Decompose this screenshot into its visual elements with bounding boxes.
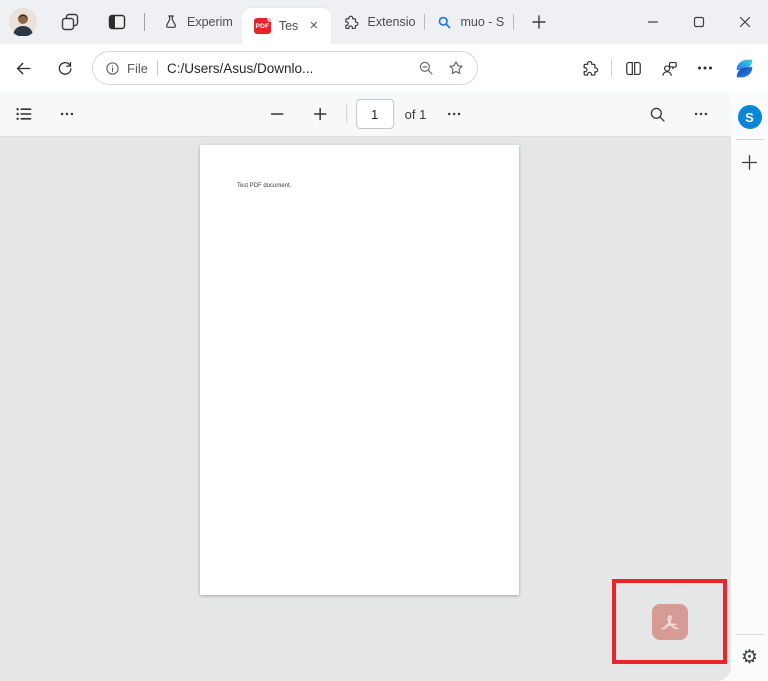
back-arrow-icon [16,62,31,74]
refresh-button[interactable] [46,49,84,87]
search-icon [650,107,665,122]
ellipsis-icon [60,112,74,116]
info-icon [106,61,119,75]
tab-test-pdf-active[interactable]: PDF Tes ✕ [241,8,331,44]
plus-icon [532,15,546,29]
zoom-out-page-button[interactable] [260,97,294,131]
close-window-button[interactable] [722,0,768,44]
edge-sidebar: S ⚙ [731,92,768,681]
protocol-label: File [127,60,148,76]
page-count-label: of 1 [404,106,427,122]
new-tab-button[interactable] [522,5,556,39]
vertical-tabs-button[interactable] [100,5,134,39]
maximize-icon [693,16,705,28]
vertical-tabs-icon [108,14,126,30]
address-bar-row: File C:/Users/Asus/Downlo... [0,44,768,92]
tab-divider [513,14,515,30]
plus-icon [313,107,326,121]
ellipsis-icon [698,66,712,70]
window-controls [630,0,768,44]
avatar-icon [9,8,37,36]
flask-icon [166,15,176,28]
ellipsis-icon [448,112,461,116]
profile-avatar[interactable] [6,5,40,39]
gear-icon: ⚙ [740,646,759,668]
zoom-out-icon [419,61,433,75]
url-text[interactable]: C:/Users/Asus/Downlo... [167,61,313,76]
tab-extensions[interactable]: Extensio [331,5,425,39]
copilot-button[interactable] [727,51,761,85]
back-button[interactable] [4,49,42,87]
site-info[interactable]: File [105,61,148,76]
star-icon [449,61,463,75]
zoom-out-button[interactable] [411,53,441,83]
main-area: 1 of 1 Test PDF document. S ⚙ [0,92,768,681]
favorites-star-button[interactable] [441,53,471,83]
tab-label: muo - S [460,15,505,29]
split-screen-icon [625,61,641,75]
toolbar-more-left-button[interactable] [50,97,84,131]
zoom-in-page-button[interactable] [303,97,337,131]
search-document-button[interactable] [640,97,674,131]
pdf-content-area: Test PDF document. [0,137,731,681]
toolbar-more-right-button[interactable] [684,97,718,131]
extensions-button[interactable] [572,51,608,85]
browser-essentials-button[interactable] [651,51,687,85]
pill-divider [156,60,158,76]
sidebar-divider [735,139,764,140]
sidebar-divider-bottom [735,634,764,635]
address-bar-actions [572,51,761,85]
workspaces-icon [61,13,79,31]
person-chat-icon [661,61,677,76]
minimize-icon [648,21,658,23]
skype-sidebar-button[interactable]: S [736,103,764,131]
tab-label: Experim [187,15,233,29]
pdf-page: Test PDF document. [200,145,519,595]
annotation-highlight-box [612,579,727,664]
page-options-button[interactable] [437,97,471,131]
copilot-icon [736,59,752,77]
ellipsis-icon [694,112,708,116]
plus-icon [741,154,758,170]
settings-more-button[interactable] [687,51,723,85]
pdf-toolbar: 1 of 1 [0,92,731,137]
pdf-viewer: 1 of 1 Test PDF document. [0,92,731,681]
minimize-button[interactable] [630,0,676,44]
toolbar-divider [345,105,347,123]
tab-strip-divider [144,13,145,31]
address-bar[interactable]: File C:/Users/Asus/Downlo... [92,51,478,85]
search-tab-icon [439,16,451,28]
browser-window: Experim PDF Tes ✕ Extensio muo - S File … [0,0,768,681]
extensions-puzzle-icon [583,60,598,76]
table-of-contents-icon [16,108,32,120]
tab-experiments[interactable]: Experim [151,5,242,39]
close-icon [739,16,751,28]
puzzle-icon [344,15,358,29]
pdf-body-text: Test PDF document. [237,183,292,189]
table-of-contents-button[interactable] [7,97,41,131]
page-number-input[interactable]: 1 [355,99,394,129]
sidebar-settings-button[interactable]: ⚙ [736,643,764,671]
tab-search-muo[interactable]: muo - S [425,5,513,39]
refresh-icon [58,61,72,75]
workspaces-button[interactable] [53,5,87,39]
tab-strip: Experim PDF Tes ✕ Extensio muo - S [0,0,768,44]
minus-icon [270,113,283,115]
actions-divider [611,59,612,77]
tab-label: Extensio [367,15,416,29]
split-screen-button[interactable] [615,51,651,85]
tab-label: Tes [278,19,299,33]
maximize-button[interactable] [676,0,722,44]
add-sidebar-app-button[interactable] [736,148,764,176]
pdf-file-icon: PDF [253,18,271,34]
skype-icon: S [737,105,762,129]
tab-close-icon[interactable]: ✕ [306,19,321,34]
